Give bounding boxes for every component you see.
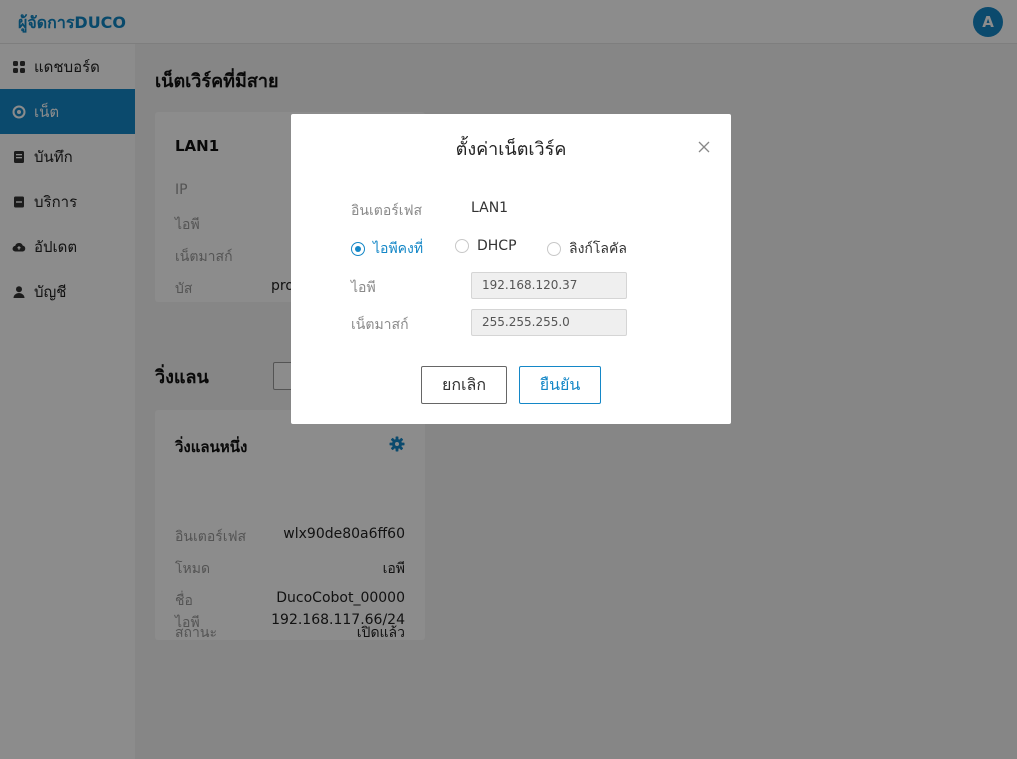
radio-static-ip-label: ไอพีคงที่	[373, 241, 424, 257]
network-settings-dialog: ตั้งค่าเน็ตเวิร์ค อินเตอร์เฟส LAN1 ไอพีค…	[291, 114, 731, 424]
radio-dot	[455, 239, 469, 253]
netmask-label: เน็ตมาสก์	[351, 317, 409, 333]
radio-dot	[547, 242, 561, 256]
interface-label: อินเตอร์เฟส	[351, 203, 423, 219]
interface-value: LAN1	[471, 200, 509, 216]
radio-dhcp[interactable]: DHCP	[455, 238, 517, 254]
radio-link-local-label: ลิงก์โลคัล	[569, 241, 627, 257]
radio-link-local[interactable]: ลิงก์โลคัล	[547, 238, 627, 260]
radio-static-ip[interactable]: ไอพีคงที่	[351, 238, 423, 260]
ip-label: ไอพี	[351, 280, 376, 296]
close-icon[interactable]	[695, 138, 713, 156]
radio-dot	[351, 242, 365, 256]
netmask-input[interactable]: 255.255.255.0	[471, 309, 627, 336]
dialog-title: ตั้งค่าเน็ตเวิร์ค	[455, 139, 567, 160]
confirm-button[interactable]: ยืนยัน	[519, 366, 601, 404]
radio-dhcp-label: DHCP	[477, 238, 517, 254]
ip-input[interactable]: 192.168.120.37	[471, 272, 627, 299]
cancel-button[interactable]: ยกเลิก	[421, 366, 507, 404]
